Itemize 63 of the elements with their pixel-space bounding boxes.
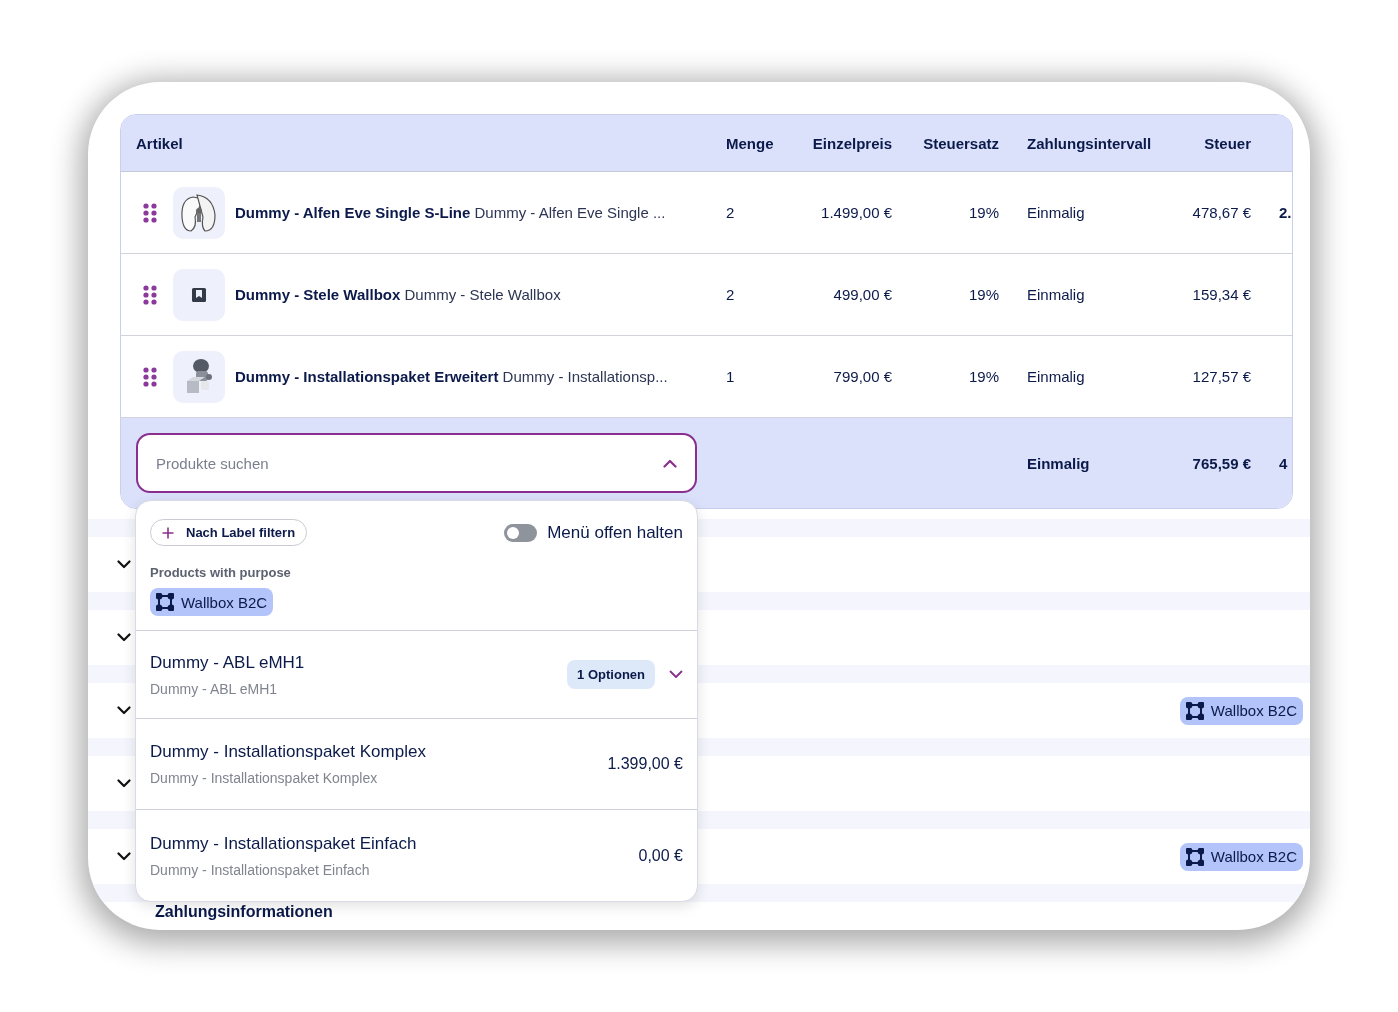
total-interval: Einmalig	[1027, 454, 1090, 472]
quantity: 1	[726, 368, 735, 385]
payment-interval: Einmalig	[1027, 368, 1085, 385]
nodes-icon	[1185, 701, 1204, 720]
tax-rate: 19%	[968, 286, 999, 303]
option-description: Dummy - Installationspaket Einfach	[150, 861, 370, 878]
tax-amount: 159,34 €	[1192, 286, 1251, 303]
option-title: Dummy - Installationspaket Einfach	[150, 833, 417, 853]
chevron-up-icon[interactable]	[663, 459, 677, 468]
purpose-tag: Wallbox B2C	[1179, 696, 1303, 725]
unit-price: 499,00 €	[833, 286, 892, 303]
search-field[interactable]: Produkte suchen	[136, 433, 697, 493]
tax-amount: 478,67 €	[1192, 204, 1251, 221]
column-header: Menge	[726, 134, 774, 152]
column-header: Steuersatz	[923, 134, 999, 152]
chevron-down-icon[interactable]	[117, 779, 131, 788]
product-option[interactable]: Dummy - Installationspaket Komplex Dummy - Installationspaket Komplex 1.399,00 €	[136, 719, 697, 810]
option-description: Dummy - Installationspaket Komplex	[150, 770, 378, 786]
chevron-down-icon[interactable]	[117, 852, 131, 861]
options-badge: 1 Optionen	[567, 660, 655, 689]
table-cell: 2.	[1279, 204, 1292, 221]
toggle-label: Menü offen halten	[547, 522, 683, 543]
group-label: Products with purpose	[150, 565, 291, 580]
total-tax: 765,59 €	[1192, 454, 1251, 472]
payment-interval: Einmalig	[1027, 286, 1085, 303]
purpose-tag[interactable]: Wallbox B2C	[150, 588, 274, 616]
chevron-down-icon[interactable]	[669, 670, 683, 679]
option-title: Dummy - ABL eMH1	[150, 652, 305, 672]
product-title: Dummy - Stele Wallbox Dummy - Stele Wallbox	[235, 286, 561, 303]
product-option[interactable]: Dummy - Installationspaket Einfach Dummy - Installationspaket Einfach 0,00 €	[136, 810, 697, 901]
plus-icon	[162, 526, 174, 539]
quantity: 2	[726, 286, 735, 303]
product-title: Dummy - Installationspaket Erweitert Dummy - Installationsp...	[235, 368, 668, 385]
toggle-switch[interactable]	[504, 523, 538, 542]
option-description: Dummy - ABL eMH1	[150, 680, 278, 697]
tax-rate: 19%	[968, 204, 999, 221]
option-price: 1.399,00 €	[607, 755, 683, 773]
drag-handle-icon[interactable]	[143, 284, 157, 305]
product-title: Dummy - Alfen Eve Single S-Line Dummy - Alfen Eve Single ...	[235, 204, 666, 221]
purpose-tag: Wallbox B2C	[1179, 842, 1303, 871]
tax-rate: 19%	[968, 368, 999, 385]
nodes-icon	[1185, 847, 1204, 866]
tax-amount: 127,57 €	[1192, 368, 1251, 385]
table-cell: 4	[1279, 454, 1288, 472]
chevron-down-icon[interactable]	[117, 706, 131, 715]
quantity: 2	[726, 204, 735, 221]
payment-interval: Einmalig	[1027, 204, 1085, 221]
option-title: Dummy - Installationspaket Komplex	[150, 742, 426, 761]
chevron-down-icon[interactable]	[117, 560, 131, 569]
drag-handle-icon[interactable]	[143, 366, 157, 387]
filter-button[interactable]: Nach Label filtern	[150, 519, 308, 546]
unit-price: 1.499,00 €	[821, 204, 892, 221]
column-header: Artikel	[136, 134, 183, 152]
option-price: 0,00 €	[638, 846, 683, 865]
product-option[interactable]: Dummy - ABL eMH1 Dummy - ABL eMH1 1 Optionen	[136, 631, 697, 719]
column-header: Steuer	[1204, 134, 1251, 152]
unit-price: 799,00 €	[833, 368, 892, 385]
nodes-icon	[156, 593, 174, 611]
column-header: Einzelpreis	[812, 134, 892, 152]
column-header: Zahlungsintervall	[1027, 134, 1152, 152]
chevron-down-icon[interactable]	[117, 633, 131, 642]
drag-handle-icon[interactable]	[143, 202, 157, 223]
section-heading: Zahlungsinformationen	[155, 903, 333, 920]
